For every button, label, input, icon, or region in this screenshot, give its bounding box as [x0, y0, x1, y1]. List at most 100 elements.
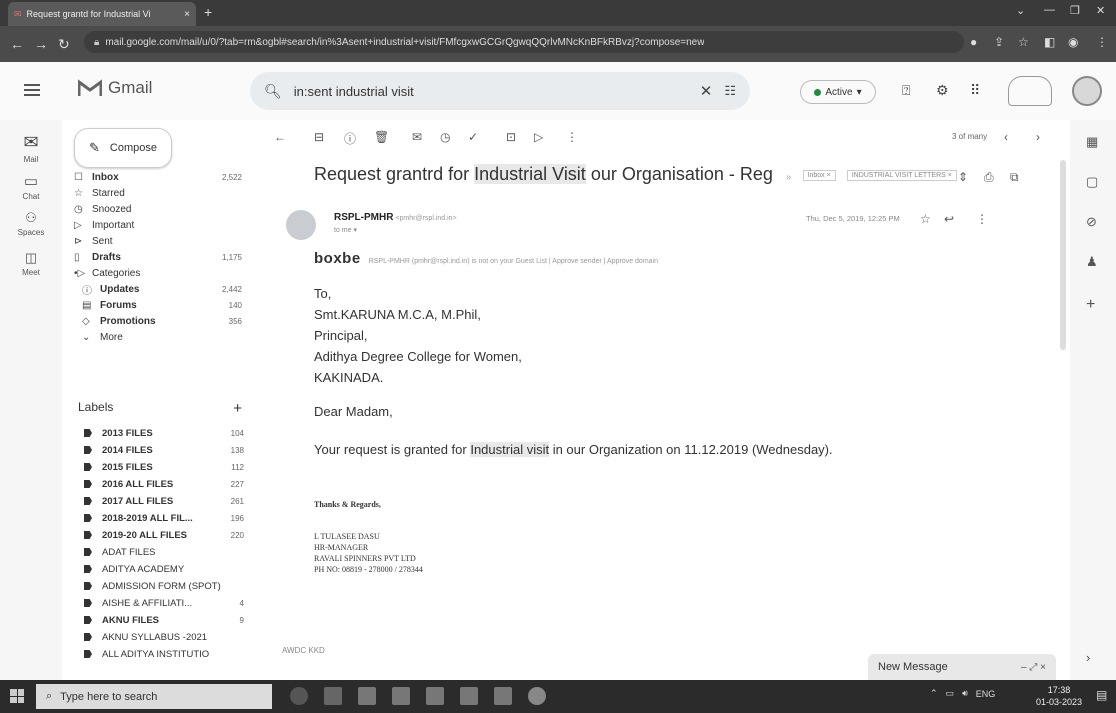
profile-icon[interactable]: ◉: [1068, 35, 1078, 49]
tray-chevron-icon[interactable]: ⌃: [930, 688, 938, 699]
label-item[interactable]: 2014 FILES 138: [84, 443, 244, 457]
forward-arrow-icon[interactable]: →: [34, 36, 48, 52]
report-spam-icon[interactable]: ⓘ: [344, 130, 356, 147]
older-chevron-icon[interactable]: ›: [1036, 130, 1040, 144]
windows-start-icon[interactable]: [10, 689, 24, 703]
sender-name[interactable]: RSPL-PMHR <pmhr@rspl.ind.in>: [334, 212, 457, 223]
label-item[interactable]: ADITYA ACADEMY: [84, 562, 244, 576]
nav-more[interactable]: ⌄ More: [82, 330, 242, 345]
print-icon[interactable]: ⎙: [984, 170, 994, 185]
star-icon[interactable]: ☆: [920, 212, 931, 226]
taskbar-search[interactable]: ⌕ Type here to search: [36, 684, 272, 709]
label-item[interactable]: ADAT FILES: [84, 545, 244, 559]
boxbe-message[interactable]: RSPL-PMHR (pmhr@rspl.ind.in) is not on y…: [369, 258, 658, 265]
taskbar-clock[interactable]: 17:38 01-03-2023: [1036, 684, 1082, 708]
open-new-window-icon[interactable]: ⧉: [1010, 170, 1019, 185]
settings-gear-icon[interactable]: ⚙: [936, 82, 949, 99]
newer-chevron-icon[interactable]: ‹: [1004, 130, 1008, 144]
add-addon-icon[interactable]: +: [1086, 296, 1095, 314]
bookmark-star-icon[interactable]: ☆: [1018, 35, 1029, 49]
window-menu-icon[interactable]: ⌄: [1016, 4, 1025, 17]
importance-marker-icon[interactable]: »: [786, 172, 792, 183]
close-window-icon[interactable]: ✕: [1096, 4, 1105, 17]
more-options-icon[interactable]: ⋮: [566, 130, 578, 144]
main-menu-icon[interactable]: [24, 84, 40, 96]
recipients-toggle[interactable]: to me ▾: [334, 226, 357, 234]
nav-updates[interactable]: ⓘ Updates 2,442: [82, 282, 242, 297]
label-item[interactable]: 2017 ALL FILES 261: [84, 494, 244, 508]
nav-forums[interactable]: ▤ Forums 140: [82, 298, 242, 313]
gmail-logo[interactable]: Gmail: [78, 78, 152, 98]
add-task-icon[interactable]: ✓: [468, 130, 478, 144]
taskbar-app-icon[interactable]: [358, 687, 376, 705]
next-message-sender[interactable]: AWDC KKD: [282, 646, 325, 655]
search-icon[interactable]: 🔍︎: [264, 83, 282, 100]
status-button[interactable]: Active ▾: [800, 80, 876, 104]
nav-inbox[interactable]: ☐ Inbox 2,522: [74, 170, 242, 185]
rail-item-mail[interactable]: ✉ Mail: [0, 132, 62, 164]
calendar-icon[interactable]: ▦: [1086, 134, 1098, 150]
compose-window-controls[interactable]: – ⤢ ×: [1021, 662, 1046, 673]
label-item[interactable]: 2016 ALL FILES 227: [84, 477, 244, 491]
label-item[interactable]: 2015 FILES 112: [84, 460, 244, 474]
sidepanel-icon[interactable]: ◧: [1044, 35, 1055, 49]
reply-icon[interactable]: ↩: [944, 212, 954, 226]
new-tab-button[interactable]: +: [204, 4, 212, 20]
label-item[interactable]: AKNU FILES 9: [84, 613, 244, 627]
inbox-chip[interactable]: Inbox ×: [802, 169, 836, 181]
tab-close-button[interactable]: ×: [184, 9, 190, 20]
archive-icon[interactable]: ⊟: [314, 130, 324, 144]
reload-icon[interactable]: ↻: [58, 36, 70, 53]
nav-promotions[interactable]: ◇ Promotions 356: [82, 314, 242, 329]
task-view-icon[interactable]: [324, 687, 342, 705]
taskbar-app-icon[interactable]: [460, 687, 478, 705]
chrome-icon[interactable]: [528, 687, 546, 705]
new-message-bar[interactable]: New Message – ⤢ ×: [868, 654, 1056, 680]
url-field[interactable]: 🔒︎ mail.google.com/mail/u/0/?tab=rm&ogbl…: [84, 31, 964, 53]
nav-important[interactable]: ▷ Important: [74, 218, 242, 233]
search-options-icon[interactable]: ☷: [724, 83, 736, 99]
taskbar-app-icon[interactable]: [426, 687, 444, 705]
cortana-icon[interactable]: [290, 687, 308, 705]
label-icon[interactable]: ▷: [534, 130, 543, 144]
nav-drafts[interactable]: ▯ Drafts 1,175: [74, 250, 242, 265]
collapse-panel-icon[interactable]: ›: [1086, 650, 1090, 665]
organization-logo[interactable]: [1008, 76, 1052, 106]
back-arrow-icon[interactable]: ←: [10, 36, 24, 52]
search-input[interactable]: in:sent industrial visit: [294, 84, 688, 99]
share-icon[interactable]: ⇪: [994, 35, 1004, 49]
label-item[interactable]: AKNU SYLLABUS -2021: [84, 630, 244, 644]
label-item[interactable]: AISHE & AFFILIATI... 4: [84, 596, 244, 610]
location-icon[interactable]: ●: [970, 35, 977, 49]
rail-item-meet[interactable]: ◫ Meet: [0, 250, 62, 277]
account-avatar[interactable]: [1072, 76, 1102, 106]
sender-avatar[interactable]: [286, 210, 316, 240]
label-item[interactable]: 2013 FILES 104: [84, 426, 244, 440]
scrollbar[interactable]: [1060, 160, 1066, 350]
rail-item-chat[interactable]: ▭ Chat: [0, 172, 62, 201]
clear-search-icon[interactable]: ✕: [700, 82, 713, 100]
rail-item-spaces[interactable]: ⚇ Spaces: [0, 210, 62, 237]
label-item[interactable]: ALL ADITYA INSTITUTIO: [84, 647, 244, 661]
notifications-icon[interactable]: ▤: [1096, 688, 1107, 702]
more-options-icon[interactable]: ⋮: [976, 212, 988, 226]
nav-categories[interactable]: •▷ Categories: [74, 266, 242, 281]
browser-tab[interactable]: ✉ Request grantd for Industrial Vi ×: [8, 2, 196, 26]
network-icon[interactable]: ▭: [946, 688, 955, 699]
delete-icon[interactable]: 🗑︎: [374, 130, 389, 144]
browser-menu-icon[interactable]: ⋮: [1096, 35, 1108, 49]
volume-icon[interactable]: 🔊︎: [962, 688, 968, 699]
add-label-button[interactable]: +: [233, 400, 242, 417]
label-item[interactable]: 2019-20 ALL FILES 220: [84, 528, 244, 542]
label-chip[interactable]: INDUSTRIAL VISIT LETTERS ×: [846, 169, 957, 181]
move-to-icon[interactable]: ⊡: [506, 130, 516, 144]
file-explorer-icon[interactable]: [494, 687, 512, 705]
minimize-icon[interactable]: —: [1044, 4, 1055, 16]
contacts-icon[interactable]: ♟: [1086, 254, 1098, 270]
label-item[interactable]: 2018-2019 ALL FIL... 196: [84, 511, 244, 525]
tasks-icon[interactable]: ⊘: [1086, 214, 1097, 230]
maximize-icon[interactable]: ❐: [1070, 4, 1080, 17]
language-indicator[interactable]: ENG: [976, 689, 996, 699]
back-to-list-icon[interactable]: ←: [274, 130, 286, 144]
nav-starred[interactable]: ☆ Starred: [74, 186, 242, 201]
